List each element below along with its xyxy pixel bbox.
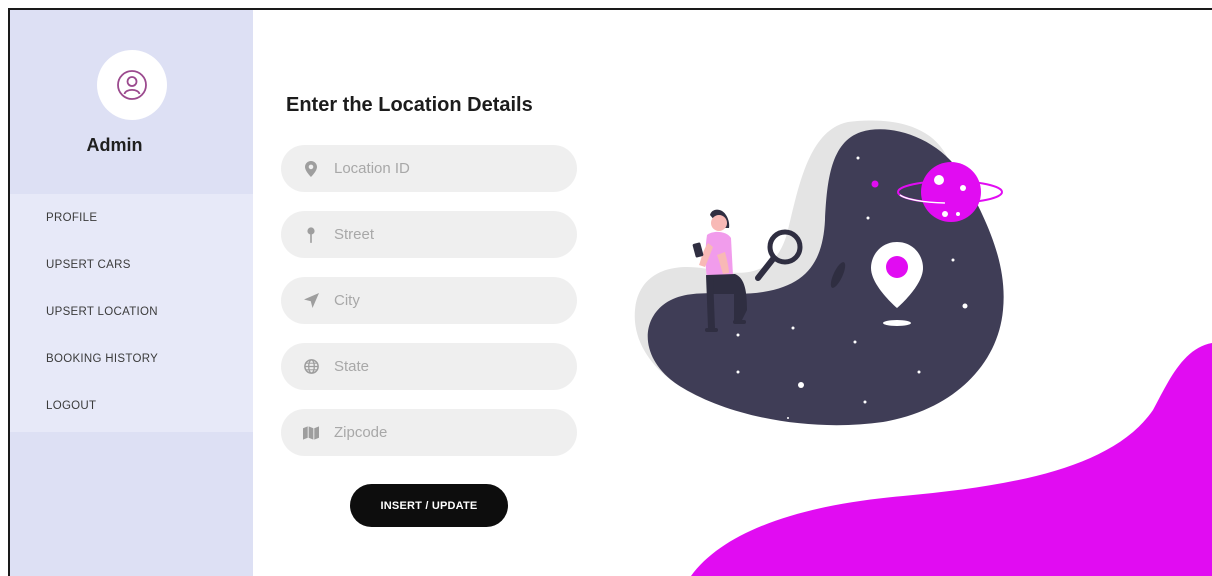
sidebar-item-upsert-cars[interactable]: UPSERT CARS: [46, 259, 131, 271]
admin-name: Admin: [86, 135, 143, 155]
sidebar-item-logout[interactable]: LOGOUT: [46, 400, 96, 412]
street-input[interactable]: [334, 226, 554, 243]
page-title: Enter the Location Details: [286, 94, 533, 116]
location-search-illustration: [634, 120, 1004, 426]
insert-update-button[interactable]: INSERT / UPDATE: [350, 484, 508, 527]
sidebar-profile: Admin: [10, 10, 253, 194]
sidebar-nav: PROFILE UPSERT CARS UPSERT LOCATION BOOK…: [10, 194, 253, 432]
main-content: Enter the Location Details Location ID S…: [253, 10, 1212, 576]
globe-icon: [303, 359, 319, 375]
city-input[interactable]: [334, 292, 554, 309]
street-field[interactable]: [281, 211, 577, 258]
map-icon: [303, 425, 319, 441]
location-arrow-icon: [303, 293, 319, 309]
sidebar-item-profile[interactable]: PROFILE: [46, 212, 97, 224]
sidebar-item-booking-history[interactable]: BOOKING HISTORY: [46, 353, 158, 365]
pin-icon: [303, 226, 319, 243]
location-id-field[interactable]: [281, 145, 577, 192]
user-icon: [117, 70, 147, 100]
map-marker-icon: [303, 160, 319, 177]
city-field[interactable]: [281, 277, 577, 324]
location-id-input[interactable]: [334, 160, 554, 177]
state-input[interactable]: [334, 358, 554, 375]
sidebar: Admin PROFILE UPSERT CARS UPSERT LOCATIO…: [10, 10, 253, 576]
app-window: Admin PROFILE UPSERT CARS UPSERT LOCATIO…: [8, 8, 1212, 576]
zipcode-input[interactable]: [334, 424, 554, 441]
zipcode-field[interactable]: [281, 409, 577, 456]
sidebar-item-upsert-location[interactable]: UPSERT LOCATION: [46, 306, 158, 318]
state-field[interactable]: [281, 343, 577, 390]
avatar[interactable]: [97, 50, 167, 120]
